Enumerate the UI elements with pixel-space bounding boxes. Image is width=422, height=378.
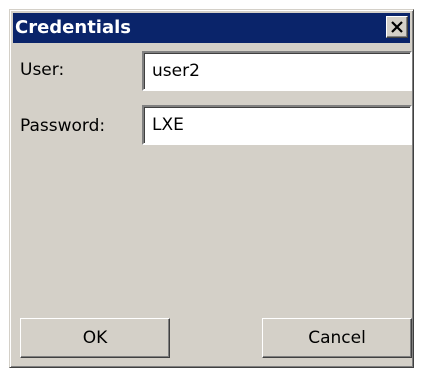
title-bar[interactable]: Credentials: [13, 13, 410, 43]
close-x-icon: [391, 21, 403, 33]
ok-button[interactable]: OK: [20, 318, 170, 358]
cancel-button[interactable]: Cancel: [262, 318, 412, 358]
user-field[interactable]: [142, 51, 412, 91]
password-input[interactable]: [144, 107, 410, 143]
dialog-title: Credentials: [15, 17, 132, 38]
user-label: User:: [20, 60, 65, 80]
password-label: Password:: [20, 116, 106, 136]
user-input[interactable]: [144, 53, 410, 89]
credentials-dialog: Credentials User: Password: OK Cancel: [9, 9, 414, 368]
close-button[interactable]: [386, 16, 408, 38]
password-field[interactable]: [142, 105, 412, 145]
